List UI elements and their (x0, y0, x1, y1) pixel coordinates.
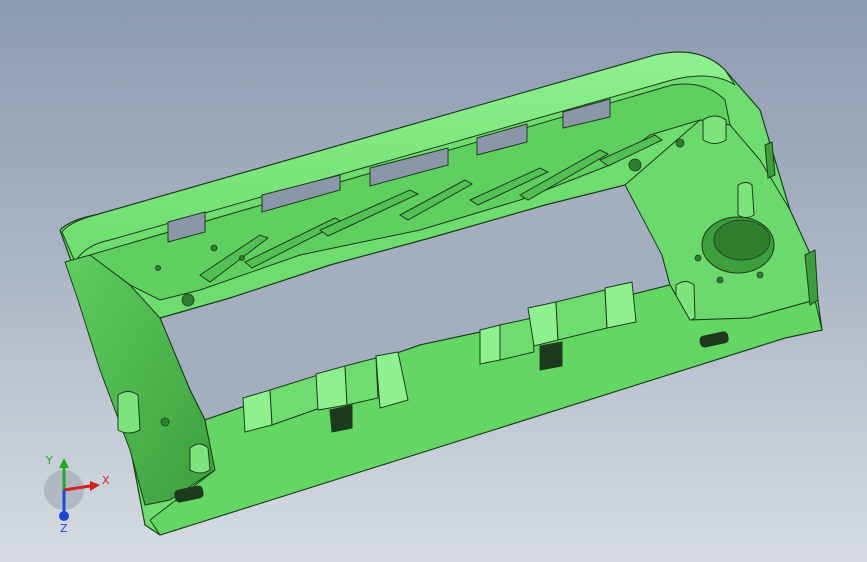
z-axis-dot (59, 511, 69, 521)
axis-triad: Y X Z (44, 454, 110, 534)
3d-model-part[interactable] (0, 0, 867, 562)
right-side-post (737, 182, 755, 218)
x-axis-arrow (90, 481, 100, 491)
z-axis-label: Z (60, 522, 68, 534)
left-post-bottom (189, 443, 211, 474)
cad-viewport[interactable]: Y X Z (0, 0, 867, 562)
y-axis-label: Y (45, 454, 53, 467)
x-axis-label: X (102, 474, 110, 487)
y-axis-arrow (59, 458, 69, 468)
right-top-post (702, 115, 727, 144)
left-post (117, 391, 141, 434)
